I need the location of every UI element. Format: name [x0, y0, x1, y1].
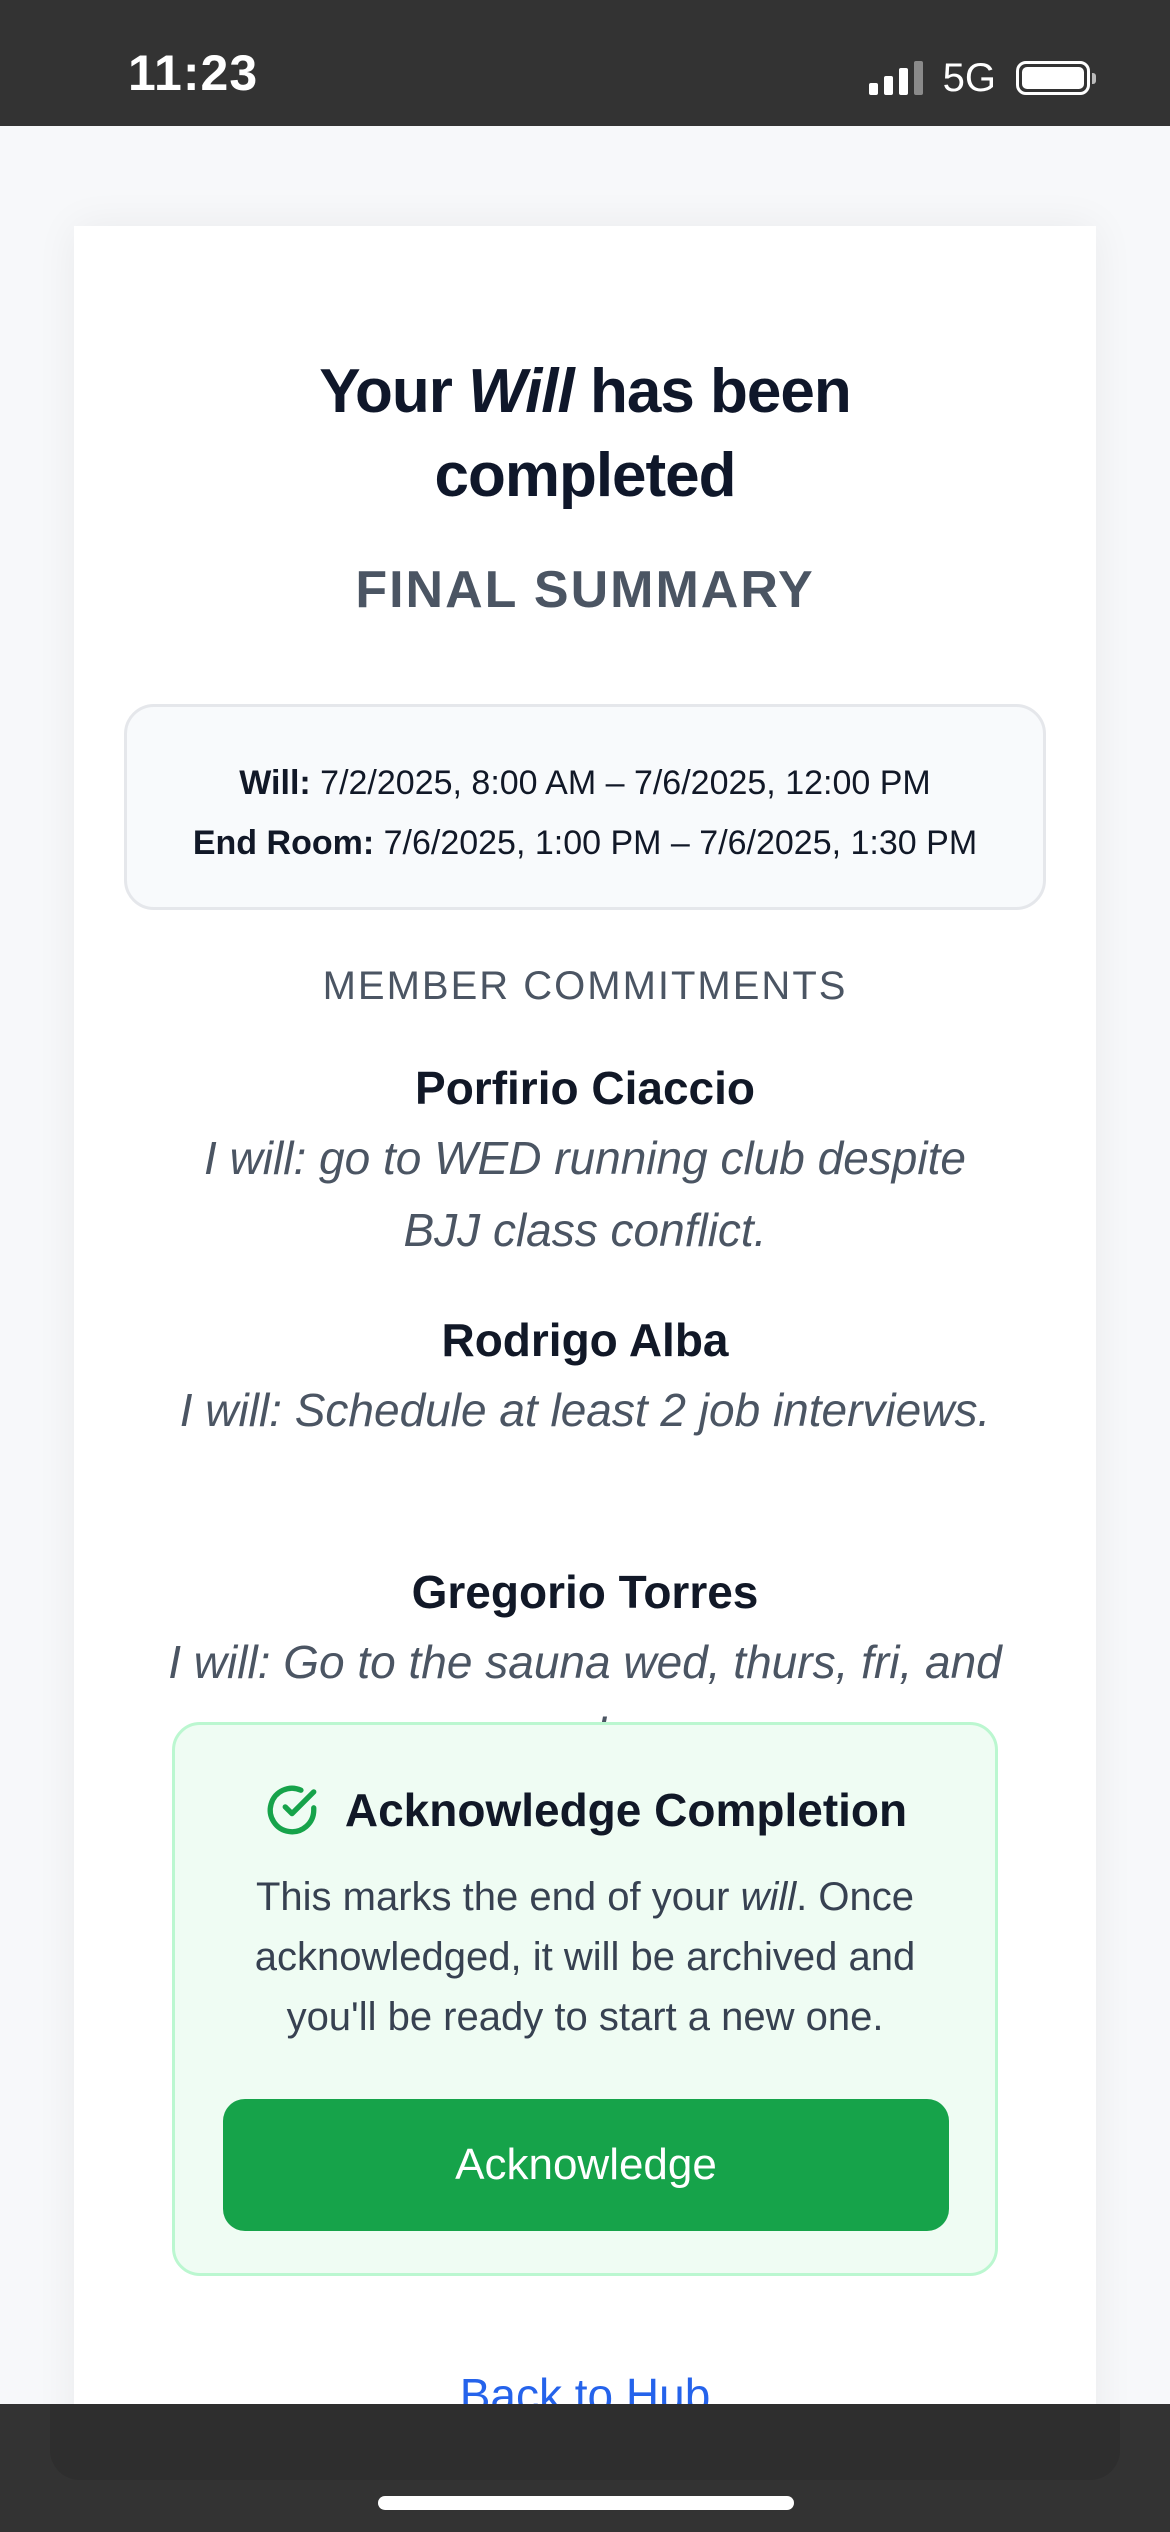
page-subtitle: FINAL SUMMARY — [355, 561, 815, 619]
member-name: Rodrigo Alba — [441, 1314, 729, 1366]
end-room-dates: End Room: 7/6/2025, 1:00 PM – 7/6/2025, … — [192, 824, 978, 862]
bottom-bar — [0, 2404, 1170, 2532]
member-name: Porfirio Ciaccio — [415, 1062, 755, 1114]
summary-card: Your Will has been completed FINAL SUMMA… — [74, 226, 1096, 2404]
acknowledge-button[interactable]: Acknowledge — [223, 2099, 949, 2231]
member-name: Gregorio Torres — [411, 1566, 759, 1618]
network-label: 5G — [942, 55, 996, 100]
will-dates: Will: 7/2/2025, 8:00 AM – 7/6/2025, 12:0… — [239, 764, 931, 802]
status-indicators: 5G — [868, 54, 1096, 102]
battery-icon — [1016, 61, 1096, 95]
dates-box: Will: 7/2/2025, 8:00 AM – 7/6/2025, 12:0… — [124, 704, 1046, 910]
acknowledge-title: Acknowledge Completion — [344, 1784, 908, 1836]
status-bar: 11:23 5G — [0, 0, 1170, 126]
check-circle-icon — [263, 1781, 321, 1839]
acknowledge-header: Acknowledge Completion — [175, 1781, 995, 1839]
page-viewport[interactable]: Your Will has been completed FINAL SUMMA… — [0, 126, 1170, 2404]
page-title: Your Will has been completed — [319, 357, 852, 510]
home-indicator[interactable] — [378, 2496, 794, 2510]
member-commitment: Porfirio Ciaccio I will: go to WED runni… — [164, 1058, 1006, 1266]
bottom-toolbar — [50, 2404, 1120, 2480]
member-commitment-text: I will: Schedule at least 2 job intervie… — [179, 1384, 991, 1436]
status-time: 11:23 — [128, 45, 259, 101]
acknowledge-panel: Acknowledge Completion This marks the en… — [172, 1722, 998, 2276]
signal-icon — [868, 61, 923, 95]
commitments-heading: MEMBER COMMITMENTS — [322, 964, 848, 1008]
back-to-hub-link[interactable]: Back to Hub — [74, 2368, 1096, 2404]
member-commitment: Rodrigo Alba I will: Schedule at least 2… — [164, 1310, 1006, 1446]
acknowledge-description: This marks the end of your will. Once ac… — [254, 1875, 916, 2039]
member-commitment-text: I will: go to WED running club despite B… — [204, 1132, 966, 1256]
